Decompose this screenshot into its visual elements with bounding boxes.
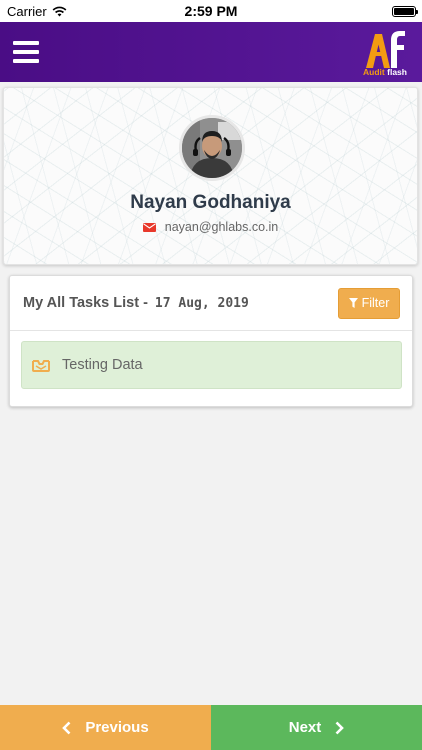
avatar-photo — [182, 118, 242, 178]
status-left: Carrier — [7, 4, 67, 19]
wifi-icon — [52, 6, 67, 16]
profile-name: Nayan Godhaniya — [130, 192, 291, 213]
previous-button[interactable]: Previous — [0, 705, 211, 750]
logo-mark-icon — [366, 30, 405, 68]
chevron-left-icon — [62, 721, 71, 734]
status-bar: Carrier 2:59 PM — [0, 0, 422, 22]
next-button[interactable]: Next — [211, 705, 422, 750]
tasks-card: My All Tasks List - 17 Aug, 2019 Filter … — [9, 275, 413, 407]
carrier-label: Carrier — [7, 3, 47, 19]
bottom-navigation: Previous Next — [0, 705, 422, 750]
next-label: Next — [288, 719, 322, 736]
app-header: Audit flash — [0, 22, 422, 82]
envelope-icon — [142, 222, 156, 232]
avatar — [179, 115, 245, 181]
logo-text-audit: Audit — [363, 66, 385, 77]
audit-flash-logo: Audit flash — [362, 28, 408, 77]
logo-text-flash: flash — [387, 66, 407, 77]
tasks-title-label: My All Tasks List - — [23, 295, 148, 311]
task-label: Testing Data — [62, 357, 143, 373]
chevron-right-icon — [335, 721, 345, 734]
task-item[interactable]: Testing Data — [21, 341, 402, 389]
tasks-title: My All Tasks List - 17 Aug, 2019 — [23, 295, 249, 311]
profile-email[interactable]: nayan@ghlabs.co.in — [165, 220, 278, 234]
previous-label: Previous — [85, 719, 149, 736]
filter-label: Filter — [361, 296, 390, 310]
tasks-header: My All Tasks List - 17 Aug, 2019 Filter — [10, 276, 412, 331]
hamburger-menu-icon[interactable] — [13, 41, 39, 63]
funnel-icon — [348, 298, 358, 308]
filter-button[interactable]: Filter — [338, 287, 400, 319]
logo-text: Audit flash — [363, 67, 407, 77]
profile-card: Nayan Godhaniya nayan@ghlabs.co.in — [3, 87, 418, 265]
inbox-tray-icon — [32, 360, 50, 372]
tasks-date: 17 Aug, 2019 — [154, 295, 249, 311]
battery-icon — [392, 5, 418, 17]
profile-email-row: nayan@ghlabs.co.in — [4, 220, 417, 234]
